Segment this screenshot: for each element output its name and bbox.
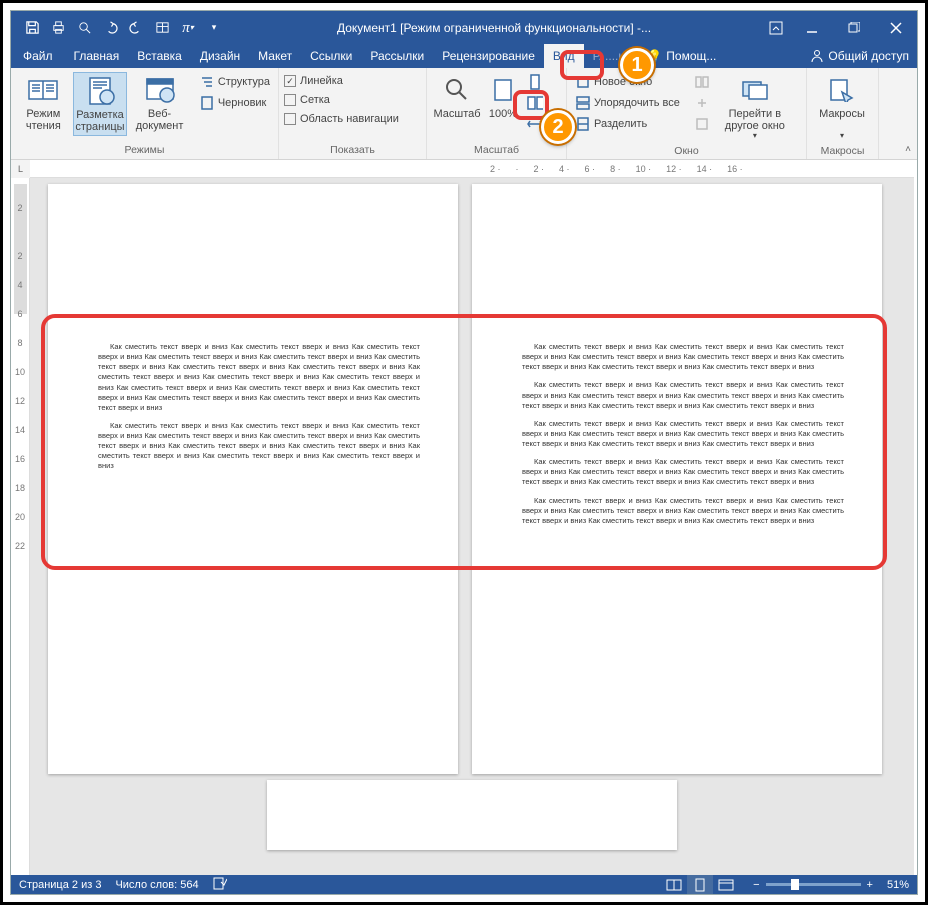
save-button[interactable] <box>19 15 45 41</box>
status-print-layout[interactable] <box>687 875 713 894</box>
maximize-button[interactable] <box>833 11 875 44</box>
navpane-checkbox[interactable]: Область навигации <box>284 110 399 128</box>
gridlines-checkbox[interactable]: Сетка <box>284 91 399 109</box>
web-layout-button[interactable]: Веб-документ <box>129 72 189 134</box>
ribbon-display-options[interactable] <box>761 11 791 44</box>
callout-2: 2 <box>541 110 575 144</box>
print-layout-button[interactable]: Разметка страницы <box>73 72 128 136</box>
callout-1: 1 <box>620 48 654 82</box>
tab-layout[interactable]: Макет <box>249 44 301 68</box>
page-2[interactable]: Как сместить текст вверх и вниз Как смес… <box>48 184 458 774</box>
paragraph[interactable]: Как сместить текст вверх и вниз Как смес… <box>522 342 844 372</box>
zoom-100-button[interactable]: 100% <box>484 72 522 122</box>
paragraph[interactable]: Как сместить текст вверх и вниз Как смес… <box>522 496 844 526</box>
sync-scroll-button <box>691 93 713 113</box>
proofing-button[interactable] <box>213 876 227 893</box>
tab-insert[interactable]: Вставка <box>128 44 191 68</box>
draft-icon <box>199 95 215 111</box>
multi-page-icon <box>527 95 543 111</box>
zoom-slider[interactable] <box>766 883 861 886</box>
zoom-level[interactable]: 51% <box>887 879 909 891</box>
ruler-checkbox[interactable]: ✓Линейка <box>284 72 399 90</box>
draft-button[interactable]: Черновик <box>196 93 273 113</box>
paragraph[interactable]: Как сместить текст вверх и вниз Как смес… <box>98 342 420 413</box>
web-layout-icon <box>144 74 176 106</box>
word-count[interactable]: Число слов: 564 <box>115 879 198 891</box>
equation-button[interactable]: π▾ <box>175 15 201 41</box>
read-mode-icon <box>27 74 59 106</box>
switch-window-button[interactable]: Перейти в другое окно▾ <box>721 72 789 143</box>
page-indicator[interactable]: Страница 2 из 3 <box>19 879 101 891</box>
zoom-button[interactable]: Масштаб <box>432 72 482 122</box>
paragraph[interactable]: Как сместить текст вверх и вниз Как смес… <box>98 421 420 472</box>
outline-icon <box>199 74 215 90</box>
paragraph[interactable]: Как сместить текст вверх и вниз Как смес… <box>522 419 844 449</box>
tab-references[interactable]: Ссылки <box>301 44 361 68</box>
zoom-in-button[interactable]: + <box>867 879 873 891</box>
macros-button[interactable]: Макросы▾ <box>812 72 872 143</box>
redo-button[interactable] <box>123 15 149 41</box>
zoom-100-icon <box>487 74 519 106</box>
status-bar: Страница 2 из 3 Число слов: 564 − + 51% <box>11 875 917 894</box>
title-bar: π▾ ▾ Документ1 [Режим ограниченной функц… <box>11 11 917 44</box>
print-layout-icon <box>84 75 116 107</box>
arrange-all-button[interactable]: Упорядочить все <box>572 93 683 113</box>
collapse-ribbon-button[interactable]: ˄ <box>899 68 917 159</box>
print-button[interactable] <box>45 15 71 41</box>
group-show-label: Показать <box>279 142 426 159</box>
document-title: Документ1 [Режим ограниченной функционал… <box>227 21 761 35</box>
ribbon-tabs: Файл Главная Вставка Дизайн Макет Ссылки… <box>11 44 917 68</box>
tab-home[interactable]: Главная <box>65 44 129 68</box>
group-modes-label: Режимы <box>11 142 278 159</box>
group-macros-label: Макросы <box>807 143 878 160</box>
paragraph[interactable]: Как сместить текст вверх и вниз Как смес… <box>522 380 844 410</box>
preview-button[interactable] <box>71 15 97 41</box>
tab-review[interactable]: Рецензирование <box>433 44 544 68</box>
close-button[interactable] <box>875 11 917 44</box>
macros-icon <box>826 74 858 106</box>
minimize-button[interactable] <box>791 11 833 44</box>
new-window-icon <box>575 74 591 90</box>
zoom-icon <box>441 74 473 106</box>
read-mode-button[interactable]: Режим чтения <box>16 72 71 134</box>
share-button[interactable]: Общий доступ <box>802 44 917 68</box>
view-side-button <box>691 72 713 92</box>
outline-button[interactable]: Структура <box>196 72 273 92</box>
group-window-label: Окно <box>567 143 806 160</box>
qat-customize[interactable]: ▾ <box>201 15 227 41</box>
multi-page-button[interactable] <box>524 93 546 113</box>
tab-view[interactable]: Вид <box>544 44 584 68</box>
document-area[interactable]: Как сместить текст вверх и вниз Как смес… <box>30 178 914 875</box>
status-read-mode[interactable] <box>661 875 687 894</box>
ruler-corner[interactable]: L <box>11 160 30 178</box>
quick-access-toolbar: π▾ ▾ <box>11 15 227 41</box>
status-web-layout[interactable] <box>713 875 739 894</box>
page-3-bottom[interactable] <box>267 780 677 850</box>
split-icon <box>575 116 591 132</box>
page-3-top[interactable]: Как сместить текст вверх и вниз Как смес… <box>472 184 882 774</box>
paragraph[interactable]: Как сместить текст вверх и вниз Как смес… <box>522 457 844 487</box>
group-zoom-label: Масштаб <box>427 142 566 159</box>
tab-mailings[interactable]: Рассылки <box>361 44 433 68</box>
zoom-out-button[interactable]: − <box>753 879 759 891</box>
split-button[interactable]: Разделить <box>572 114 683 134</box>
table-button[interactable] <box>149 15 175 41</box>
undo-button[interactable] <box>97 15 123 41</box>
tab-design[interactable]: Дизайн <box>191 44 249 68</box>
tab-file[interactable]: Файл <box>11 44 65 68</box>
ribbon: Режим чтения Разметка страницы Веб-докум… <box>11 68 917 160</box>
reset-pos-button <box>691 114 713 134</box>
one-page-icon <box>527 74 543 90</box>
switch-window-icon <box>739 74 771 106</box>
horizontal-ruler[interactable]: 2 · ·2 ·4 ·6 ·8 ·10 ·12 ·14 ·16 · <box>30 160 914 178</box>
vertical-ruler[interactable]: 2246810121416182022 <box>11 178 30 875</box>
one-page-button[interactable] <box>524 72 546 92</box>
arrange-all-icon <box>575 95 591 111</box>
